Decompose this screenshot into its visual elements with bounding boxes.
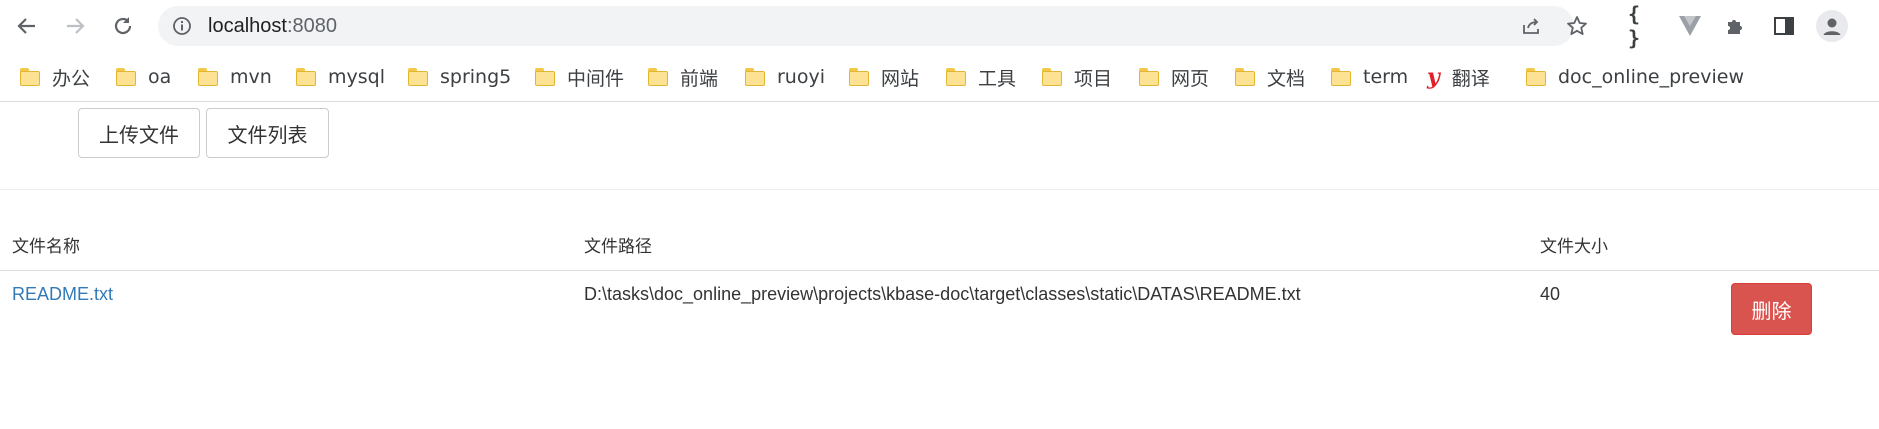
reload-icon	[114, 17, 132, 35]
bookmark-folder[interactable]: 中间件	[535, 64, 624, 90]
bookmark-label: 前端	[680, 67, 719, 90]
bookmark-folder[interactable]: 网页	[1139, 64, 1209, 90]
bookmark-folder[interactable]: term	[1331, 64, 1408, 90]
bookmark-label: 文档	[1267, 67, 1306, 90]
file-path-cell: D:\tasks\doc_online_preview\projects\kba…	[584, 284, 1301, 304]
folder-icon	[946, 68, 966, 86]
bookmarks-bar: 办公 oa mvn mysql spring5 中间件 前端 ruoyi 网站 …	[0, 52, 1879, 102]
bookmark-folder[interactable]: ruoyi	[745, 64, 825, 90]
bookmark-label: oa	[148, 66, 172, 88]
folder-icon	[535, 68, 555, 86]
file-name-link[interactable]: README.txt	[12, 284, 113, 304]
folder-icon	[648, 68, 668, 86]
info-icon[interactable]	[172, 16, 192, 36]
bookmark-folder[interactable]: 文档	[1235, 64, 1305, 90]
file-size-cell: 40	[1540, 284, 1561, 304]
bookmark-label: 网站	[881, 67, 920, 90]
bookmark-label: 项目	[1074, 67, 1113, 90]
file-list-button[interactable]: 文件列表	[206, 108, 329, 158]
side-panel-icon[interactable]	[1770, 12, 1798, 40]
folder-icon	[1042, 68, 1062, 86]
divider	[0, 189, 1879, 190]
folder-icon	[20, 68, 40, 86]
folder-icon	[849, 68, 869, 86]
arrow-left-icon	[17, 18, 35, 34]
browser-toolbar: localhost:8080 { }	[0, 0, 1879, 52]
share-icon[interactable]	[1520, 15, 1542, 37]
bookmark-label: 中间件	[567, 67, 625, 90]
url-port: :8080	[286, 15, 337, 37]
bookmark-folder[interactable]: mvn	[198, 64, 272, 90]
folder-icon	[116, 68, 136, 86]
folder-icon	[1139, 68, 1159, 86]
url-text[interactable]: localhost:8080	[208, 15, 337, 37]
back-button[interactable]	[11, 10, 43, 42]
bookmark-label: 网页	[1171, 67, 1210, 90]
delete-button[interactable]: 删除	[1731, 283, 1812, 335]
column-header-name: 文件名称	[12, 237, 80, 257]
folder-icon	[408, 68, 428, 86]
vue-devtools-icon[interactable]	[1676, 12, 1704, 40]
bookmark-folder[interactable]: 前端	[648, 64, 718, 90]
arrow-right-icon	[67, 18, 85, 34]
folder-icon	[1526, 68, 1546, 86]
bookmark-label: term	[1363, 66, 1409, 88]
bookmark-label: 工具	[978, 67, 1017, 90]
bookmark-folder[interactable]: 网站	[849, 64, 919, 90]
json-extension-icon[interactable]: { }	[1628, 2, 1656, 50]
bookmark-folder[interactable]: spring5	[408, 64, 511, 90]
bookmark-link[interactable]: y 翻译	[1427, 64, 1490, 90]
folder-icon	[745, 68, 765, 86]
bookmark-label: doc_online_preview	[1558, 66, 1744, 88]
bookmark-folder[interactable]: doc_online_preview	[1526, 64, 1744, 90]
header-divider	[0, 270, 1879, 271]
url-host: localhost	[208, 15, 287, 37]
address-bar[interactable]: localhost:8080	[158, 6, 1587, 46]
bookmark-folder[interactable]: 工具	[946, 64, 1016, 90]
bookmark-label: 翻译	[1451, 67, 1490, 90]
file-name-cell: README.txt	[12, 284, 113, 305]
folder-icon	[1331, 68, 1351, 86]
folder-icon	[296, 68, 316, 86]
extensions-puzzle-icon[interactable]	[1722, 12, 1750, 40]
forward-button[interactable]	[59, 10, 91, 42]
folder-icon	[198, 68, 218, 86]
bookmark-folder[interactable]: 项目	[1042, 64, 1112, 90]
bookmark-label: spring5	[440, 66, 512, 88]
profile-avatar-icon[interactable]	[1816, 10, 1848, 42]
folder-icon	[1235, 68, 1255, 86]
upload-file-button[interactable]: 上传文件	[78, 108, 200, 158]
bookmark-label: mvn	[230, 66, 272, 88]
bookmark-folder[interactable]: mysql	[296, 64, 385, 90]
bookmark-label: 办公	[52, 67, 91, 90]
column-header-size: 文件大小	[1540, 237, 1608, 257]
youdao-icon: y	[1427, 64, 1440, 90]
bookmark-star-icon[interactable]	[1566, 15, 1588, 37]
bookmark-folder[interactable]: 办公	[20, 64, 90, 90]
bookmark-label: ruoyi	[777, 66, 826, 88]
bookmark-folder[interactable]: oa	[116, 64, 171, 90]
bookmark-label: mysql	[328, 66, 385, 88]
reload-button[interactable]	[107, 10, 139, 42]
column-header-path: 文件路径	[584, 237, 652, 257]
